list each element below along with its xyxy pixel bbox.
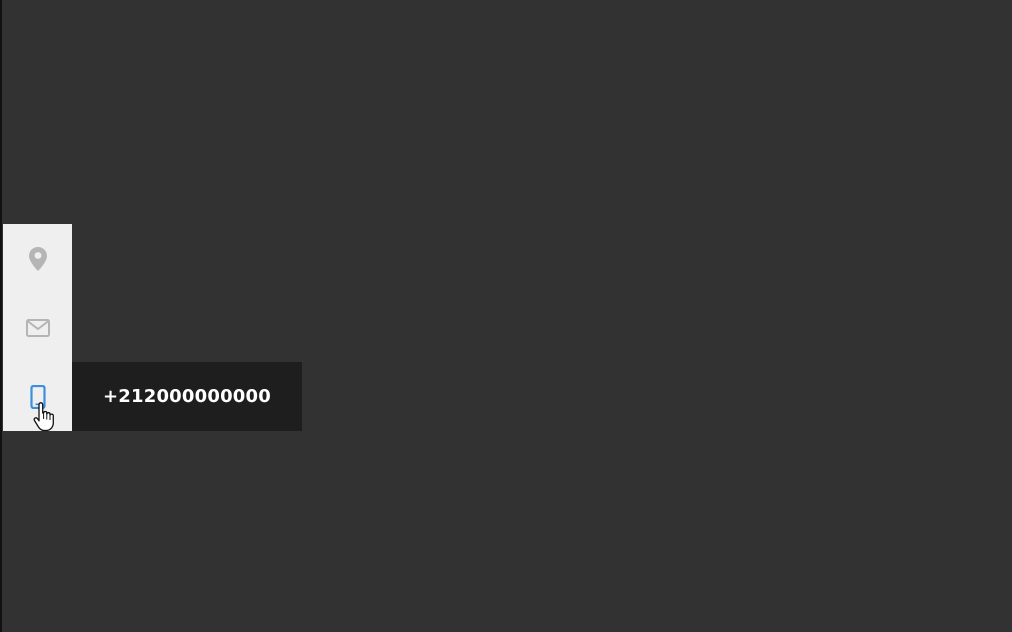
mobile-phone-icon — [29, 384, 46, 409]
phone-number-tooltip: +212000000000 — [72, 362, 302, 431]
phone-number-text: +212000000000 — [103, 386, 271, 407]
location-pin-icon — [28, 246, 47, 271]
left-edge-border — [0, 0, 2, 632]
envelope-icon — [25, 318, 50, 337]
contact-item-location[interactable] — [3, 224, 72, 293]
contact-item-email[interactable] — [3, 293, 72, 362]
contact-item-phone[interactable] — [3, 362, 72, 431]
contact-sidebar — [3, 224, 72, 431]
